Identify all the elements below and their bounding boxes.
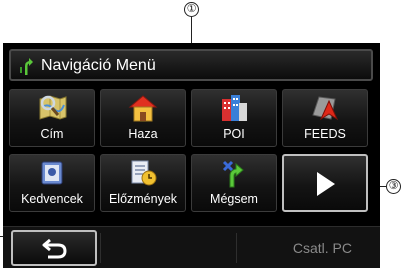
menu-label: POI <box>223 127 245 141</box>
menu-label: FEEDS <box>304 127 346 141</box>
menu-title: Navigáció Menü <box>41 57 156 74</box>
navigation-arrow-icon <box>19 55 33 80</box>
menu-button-elozmenyek[interactable]: Előzmények <box>100 154 186 212</box>
menu-header: Navigáció Menü <box>9 49 373 81</box>
favorites-icon <box>36 158 68 193</box>
menu-label: Haza <box>128 127 158 141</box>
next-page-arrow-icon <box>317 172 335 196</box>
poi-buildings-icon <box>218 93 250 128</box>
next-page-button[interactable] <box>282 154 368 212</box>
cancel-route-icon <box>218 158 250 193</box>
menu-button-megsem[interactable]: Mégsem <box>191 154 277 212</box>
callout-1: ① <box>184 2 199 17</box>
back-button[interactable] <box>11 230 97 266</box>
back-arrow-icon <box>42 238 67 259</box>
menu-button-feeds[interactable]: FEEDS <box>282 89 368 147</box>
history-clock-icon <box>127 158 159 193</box>
menu-button-kedvencek[interactable]: Kedvencek <box>9 154 95 212</box>
feeds-arrow-icon <box>309 93 341 128</box>
menu-label: Mégsem <box>210 192 258 206</box>
menu-button-cim[interactable]: Cím <box>9 89 95 147</box>
address-map-icon <box>36 93 68 128</box>
home-icon <box>127 93 159 128</box>
menu-button-poi[interactable]: POI <box>191 89 277 147</box>
bottom-bar: Csatl. PC <box>3 226 380 268</box>
divider <box>236 233 237 263</box>
menu-label: Cím <box>40 127 64 141</box>
menu-label: Kedvencek <box>21 192 83 206</box>
divider <box>100 233 101 263</box>
callout-3: ③ <box>386 179 401 194</box>
menu-button-haza[interactable]: Haza <box>100 89 186 147</box>
connect-pc-label: Csatl. PC <box>292 240 352 256</box>
menu-label: Előzmények <box>108 192 178 206</box>
navigation-screen: Navigáció Menü Cím Haza POI FEEDS Kedven… <box>3 43 380 268</box>
